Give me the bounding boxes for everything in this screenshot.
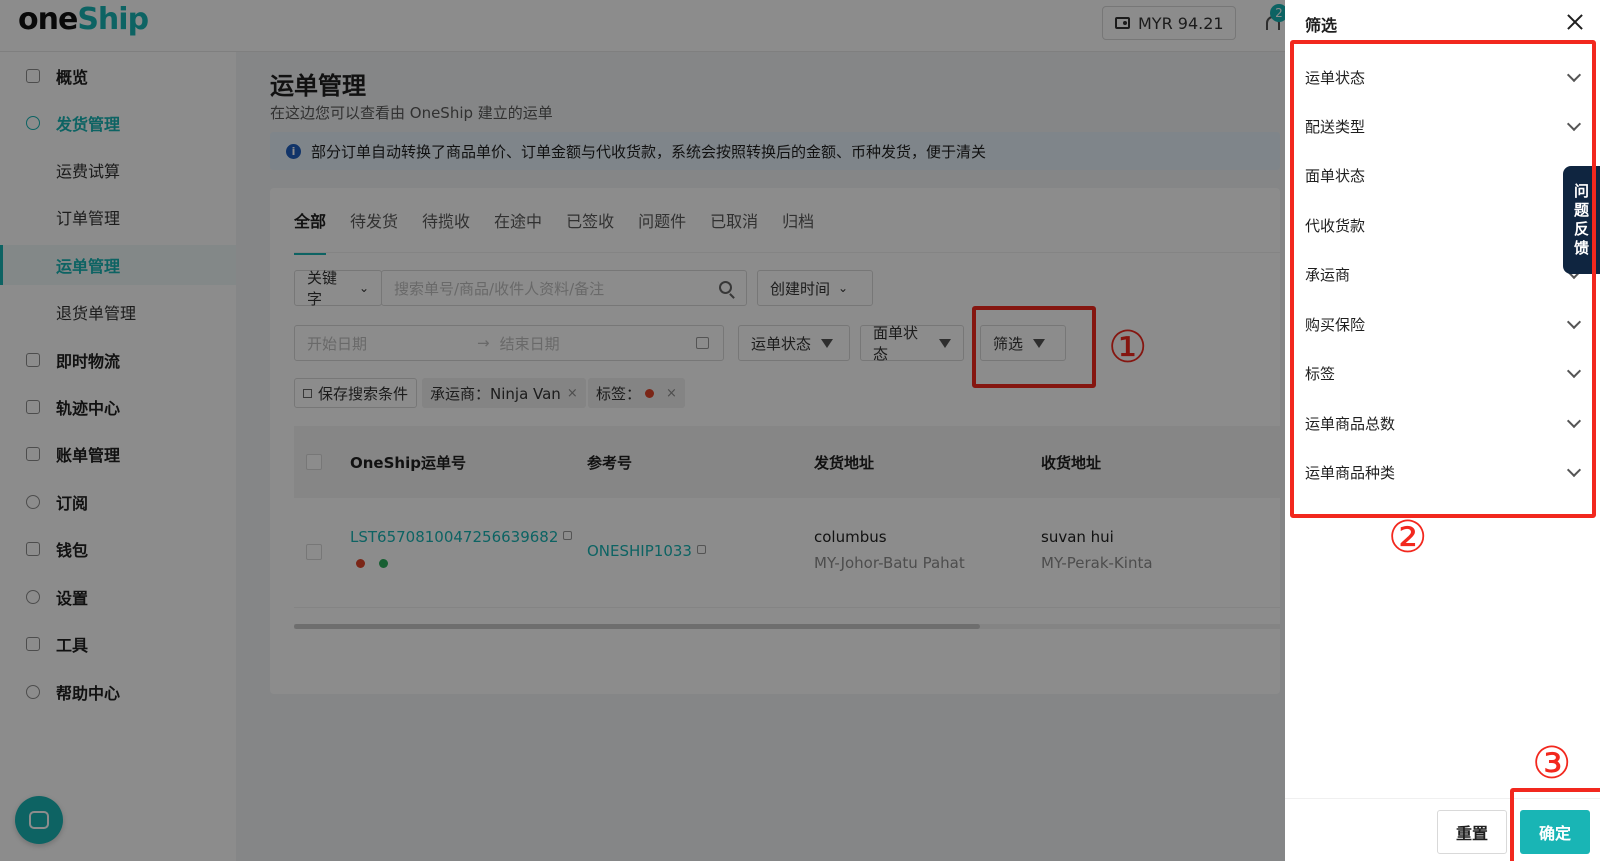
drawer-title: 筛选 bbox=[1305, 16, 1338, 35]
close-icon[interactable] bbox=[1565, 12, 1585, 32]
modal-mask[interactable] bbox=[0, 0, 1285, 861]
annotation-box-3 bbox=[1510, 788, 1600, 861]
reset-button[interactable]: 重置 bbox=[1437, 810, 1507, 854]
annotation-number-2: ② bbox=[1388, 512, 1428, 563]
annotation-box-2 bbox=[1290, 40, 1596, 518]
annotation-number-3: ③ bbox=[1532, 738, 1572, 789]
